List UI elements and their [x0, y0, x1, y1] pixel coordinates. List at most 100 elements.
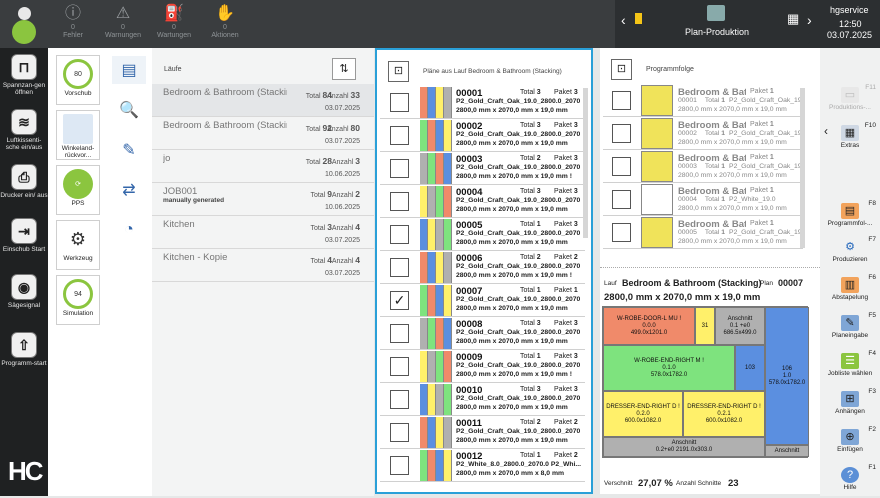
plan-row[interactable]: 00010 Total 3 Paket 3 P2_Gold_Craft_Oak_19.0_… — [380, 383, 585, 416]
plan-checkbox[interactable] — [390, 192, 409, 211]
chevron-right-icon[interactable]: › — [807, 12, 812, 28]
f6-stacking-button[interactable]: F6 ▥ Abstapelung — [820, 272, 880, 308]
transfer-icon[interactable]: ⇄ — [112, 176, 146, 204]
sequence-checkbox[interactable] — [612, 91, 631, 110]
run-row[interactable]: Bedroom & Bathroom (Stacking) Total 84 Anza… — [152, 84, 374, 117]
run-row[interactable]: Bedroom & Bathroom (Stacking) Total 92 Anza… — [152, 117, 374, 150]
run-row[interactable]: Kitchen - Kopie Total 4 Anzahl 4 03.07.2025 — [152, 249, 374, 282]
cut-part-dresser-1[interactable]: DRESSER-END-RIGHT D ! 0.2.0 600.0x1082.0 — [603, 391, 683, 437]
edit-plan-icon[interactable]: ✎ — [112, 136, 146, 164]
plan-row[interactable]: 00008 Total 3 Paket 3 P2_Gold_Craft_Oak_19.0_… — [380, 317, 585, 350]
alert-maintenance[interactable]: ⛽ 0 Wartungen — [154, 4, 194, 40]
alert-errors[interactable]: ⓘ 0 Fehler — [53, 4, 93, 40]
plan-checkbox[interactable] — [390, 423, 409, 442]
printer-button[interactable]: ⎙ Drucker ein/ aus — [0, 164, 48, 199]
plan-checkbox[interactable]: ✓ — [390, 291, 409, 310]
feed-module[interactable]: 80 Vorschub — [56, 55, 100, 105]
grid-menu-icon[interactable]: ▦ — [787, 11, 799, 27]
cut-part-wrobe-end[interactable]: W-ROBE-END-RIGHT M ! 0.1.0 578.0x1782.0 — [603, 345, 735, 391]
sequence-row[interactable]: Bedroom & Bat...Paket100005Total1P2_Gold… — [603, 216, 803, 249]
plans-scrollbar[interactable] — [583, 88, 588, 238]
cut-part-106[interactable]: 106 1.0 578.0x1782.0 — [765, 307, 809, 445]
plan-row[interactable]: 00009 Total 1 Paket 3 P2_Gold_Craft_Oak_19.0_… — [380, 350, 585, 383]
status-indicator[interactable] — [11, 7, 37, 21]
plan-checkbox[interactable] — [390, 258, 409, 277]
plan-row[interactable]: 00001 Total 3 Paket 3 P2_Gold_Craft_Oak_19.0_… — [380, 86, 585, 119]
plan-checkbox[interactable] — [390, 456, 409, 475]
search-plan-icon[interactable]: 🔍 — [112, 96, 146, 124]
plan-checkbox[interactable] — [390, 390, 409, 409]
plan-row[interactable]: 00006 Total 2 Paket 2 P2_Gold_Craft_Oak_19.0_… — [380, 251, 585, 284]
simulation-module[interactable]: 94 Simulation — [56, 275, 100, 325]
plan-row[interactable]: 00004 Total 3 Paket 3 P2_Gold_Craft_Oak_19.0_… — [380, 185, 585, 218]
sequence-checkbox[interactable] — [612, 190, 631, 209]
clamp-open-button[interactable]: ⊓ Spannzan-gen öffnen — [0, 54, 48, 96]
tool-module[interactable]: ⚙ Werkzeug — [56, 220, 100, 270]
cut-offcut-1[interactable]: Anschnitt 0.1 +e0 686.5x499.0 — [715, 307, 765, 345]
cut-part-103[interactable]: 103 — [735, 345, 765, 391]
plan-row[interactable]: 00011 Total 2 Paket 2 P2_Gold_Craft_Oak_19.0_… — [380, 416, 585, 449]
error-icon: ⓘ — [64, 5, 81, 22]
sequence-row[interactable]: Bedroom & Bat...Paket100001Total1P2_Gold… — [603, 84, 803, 117]
sequence-checkbox[interactable] — [612, 157, 631, 176]
f4-joblist-button[interactable]: F4 ☰ Jobliste wählen — [820, 348, 880, 384]
plan-row[interactable]: 00005 Total 1 Paket 3 P2_Gold_Craft_Oak_19.0_… — [380, 218, 585, 251]
infeed-start-button[interactable]: ⇥ Einschub Start — [0, 218, 48, 253]
alert-actions[interactable]: ✋ 0 Aktionen — [205, 4, 245, 40]
plan-row[interactable]: ✓ 00007 Total 1 Paket 1 P2_Gold_Craft_Oak_19.0… — [380, 284, 585, 317]
sequence-package: Paket 1 — [750, 154, 774, 161]
plan-checkbox[interactable] — [390, 357, 409, 376]
angle-module[interactable]: Winkeland-rückvor... — [56, 110, 100, 160]
f7-produce-button[interactable]: F7 ⚙ Produzieren — [820, 234, 880, 270]
program-start-button[interactable]: ⇧ Programm-start — [0, 332, 48, 367]
run-row[interactable]: JOB001 manually generated Total 9 Anzahl 2 10.… — [152, 183, 374, 216]
sequence-thumbnail — [641, 118, 673, 149]
sequence-checkbox[interactable] — [612, 223, 631, 242]
chevron-left-icon[interactable]: ‹ — [621, 12, 626, 28]
cut-part-wrobe-door[interactable]: W-ROBE-DOOR-L MU ! 0.0.0 499.0x1201.0 — [603, 307, 695, 345]
run-row[interactable]: Kitchen Total 3 Anzahl 4 03.07.2025 — [152, 216, 374, 249]
alert-warnings[interactable]: ⚠ 0 Warnungen — [103, 4, 143, 40]
splitter[interactable] — [600, 267, 820, 270]
plan-total: Total 1 — [520, 353, 541, 360]
sequence-row[interactable]: Bedroom & Bat...Paket100004Total1P2_Whit… — [603, 183, 803, 216]
sort-button[interactable]: ⇅ — [332, 58, 356, 80]
plan-total: Total 3 — [520, 386, 541, 393]
f2-insert-button[interactable]: F2 ⊕ Einfügen — [820, 424, 880, 460]
run-row[interactable]: jo Total 28 Anzahl 3 10.06.2025 — [152, 150, 374, 183]
cut-offcut-3[interactable]: Anschnitt — [765, 445, 809, 457]
plan-row[interactable]: 00003 Total 2 Paket 3 P2_Gold_Craft_Oak_19.0_… — [380, 152, 585, 185]
air-table-button[interactable]: ≋ Luftkissenti-sche ein/aus — [0, 109, 48, 151]
cut-part-31[interactable]: 31 — [695, 307, 715, 345]
f1-help-button[interactable]: F1? Hilfe — [820, 462, 880, 498]
select-all-button[interactable]: ⊡ — [388, 61, 409, 82]
f11-button[interactable]: F11 ▭ Produktions-... — [820, 82, 880, 118]
plan-checkbox[interactable] — [390, 159, 409, 178]
sequence-scrollbar[interactable] — [800, 88, 805, 248]
cut-part-dresser-2[interactable]: DRESSER-END-RIGHT D ! 0.2.1 600.0x1082.0 — [683, 391, 765, 437]
sequence-row[interactable]: Bedroom & Bat...Paket100002Total1P2_Gold… — [603, 117, 803, 150]
f10-extras-button[interactable]: F10 ▦ Extras — [820, 120, 880, 156]
plan-checkbox[interactable] — [390, 126, 409, 145]
bookmark-icon[interactable] — [635, 13, 642, 24]
plan-view-icon[interactable]: ▤ — [112, 56, 146, 84]
sequence-thumbnail — [641, 217, 673, 248]
plan-total: Total 3 — [520, 122, 541, 129]
plan-checkbox[interactable] — [390, 324, 409, 343]
plan-row[interactable]: 00002 Total 3 Paket 3 P2_Gold_Craft_Oak_19.0_… — [380, 119, 585, 152]
sequence-row[interactable]: Bedroom & Bat...Paket100003Total1P2_Gold… — [603, 150, 803, 183]
plan-checkbox[interactable] — [390, 93, 409, 112]
saw-signal-button[interactable]: ◉ Sägesignal — [0, 274, 48, 309]
f3-append-button[interactable]: F3 ⊞ Anhängen — [820, 386, 880, 422]
optimize-icon[interactable]: ◔ — [112, 216, 146, 244]
produce-icon: ⚙ — [845, 240, 855, 253]
f5-plan-input-button[interactable]: F5 ✎ Planeingabe — [820, 310, 880, 346]
sequence-checkbox[interactable] — [612, 124, 631, 143]
cut-offcut-2[interactable]: Anschnitt 0.2+e0 2191.0x303.0 — [603, 437, 765, 457]
f8-program-sequence-button[interactable]: F8 ▤ Programmfol-... — [820, 198, 880, 234]
pps-module[interactable]: ⟳ PPS — [56, 165, 100, 215]
plan-row[interactable]: 00012 Total 1 Paket 2 P2_White_8.0_2800.0_207… — [380, 449, 585, 482]
sequence-package: Paket 1 — [750, 88, 774, 95]
plan-checkbox[interactable] — [390, 225, 409, 244]
select-all-sequence-button[interactable]: ⊡ — [611, 59, 632, 80]
